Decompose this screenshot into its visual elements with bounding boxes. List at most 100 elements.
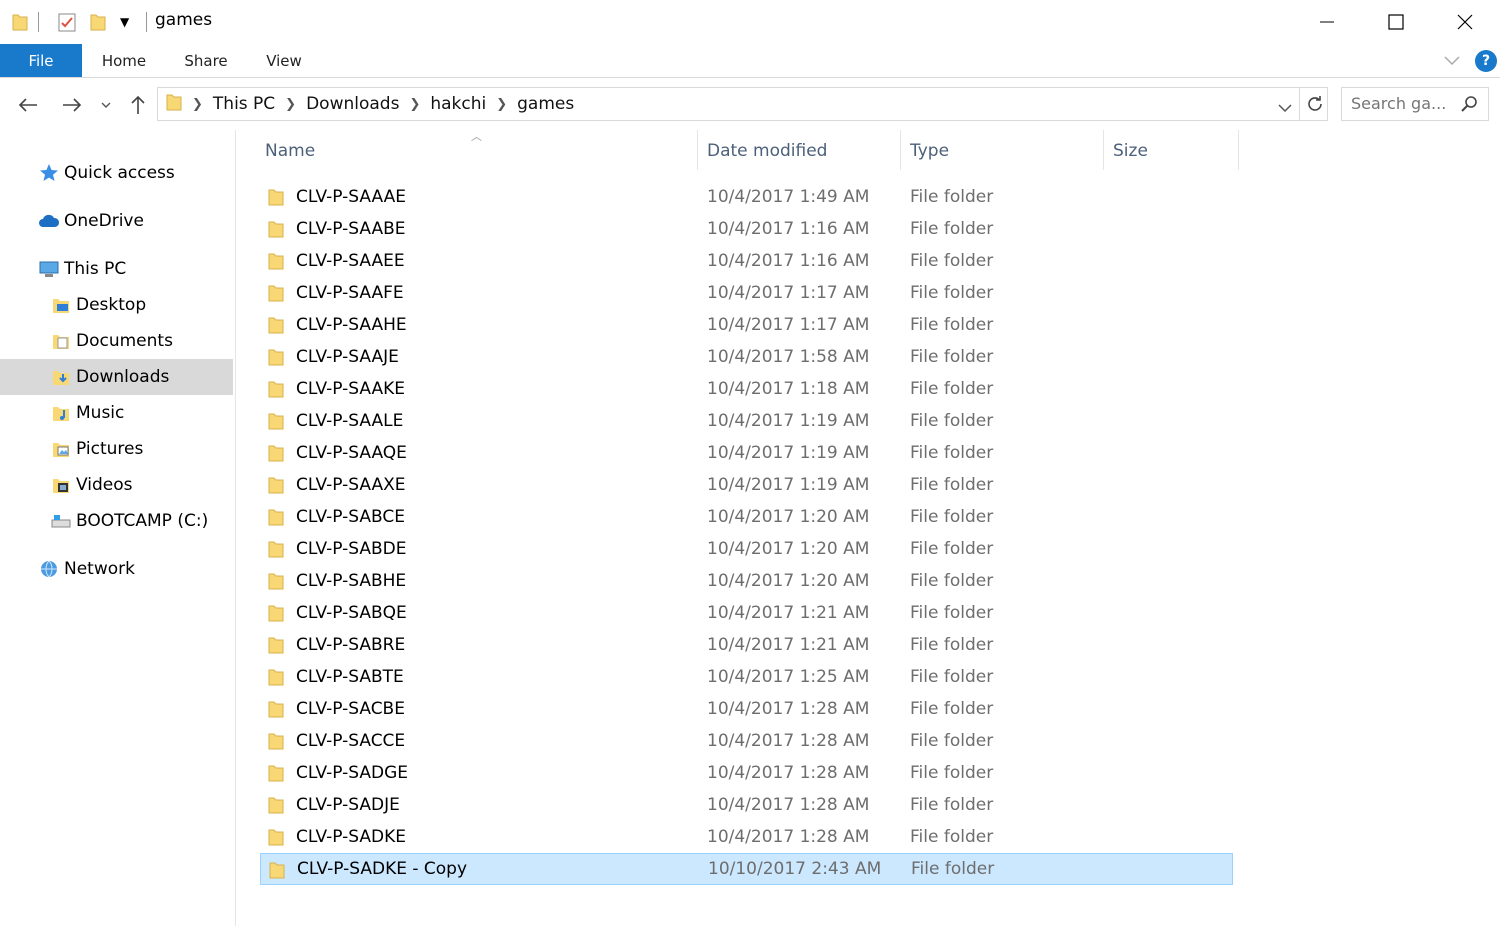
table-row[interactable]: CLV-P-SAAEE 10/4/2017 1:16 AM File folder — [260, 245, 1233, 277]
nav-network[interactable]: Network — [0, 551, 233, 587]
nav-pictures[interactable]: Pictures — [0, 431, 233, 467]
nav-label: This PC — [64, 259, 127, 279]
file-date: 10/4/2017 1:19 AM — [707, 411, 870, 431]
file-name: CLV-P-SADKE — [296, 827, 406, 847]
nav-onedrive[interactable]: OneDrive — [0, 203, 233, 239]
search-icon[interactable] — [1460, 95, 1478, 117]
table-row[interactable]: CLV-P-SAAQE 10/4/2017 1:19 AM File folder — [260, 437, 1233, 469]
tab-home[interactable]: Home — [100, 44, 148, 77]
nav-this-pc[interactable]: This PC — [0, 251, 233, 287]
crumb-this-pc[interactable]: This PC — [213, 94, 275, 114]
file-date: 10/4/2017 1:58 AM — [707, 347, 870, 367]
column-header-name[interactable]: Name — [265, 130, 315, 172]
table-row[interactable]: CLV-P-SAAJE 10/4/2017 1:58 AM File folder — [260, 341, 1233, 373]
nav-videos[interactable]: Videos — [0, 467, 233, 503]
tab-share[interactable]: Share — [182, 44, 230, 77]
file-type: File folder — [910, 731, 994, 751]
tab-file[interactable]: File — [0, 44, 82, 77]
table-row[interactable]: CLV-P-SAAHE 10/4/2017 1:17 AM File folder — [260, 309, 1233, 341]
column-header-type[interactable]: Type — [910, 130, 949, 172]
file-date: 10/4/2017 1:28 AM — [707, 763, 870, 783]
table-row[interactable]: CLV-P-SADKE 10/4/2017 1:28 AM File folder — [260, 821, 1233, 853]
search-input[interactable] — [1351, 88, 1461, 118]
nav-documents[interactable]: Documents — [0, 323, 233, 359]
new-folder-icon[interactable] — [90, 11, 106, 33]
table-row[interactable]: CLV-P-SABHE 10/4/2017 1:20 AM File folder — [260, 565, 1233, 597]
nav-label: Videos — [76, 475, 133, 495]
chevron-down-icon — [101, 102, 111, 108]
crumb-games[interactable]: games — [517, 94, 574, 114]
table-row[interactable]: CLV-P-SADKE - Copy 10/10/2017 2:43 AM File… — [260, 853, 1233, 885]
file-type: File folder — [910, 571, 994, 591]
nav-label: OneDrive — [64, 211, 144, 231]
table-row[interactable]: CLV-P-SAAXE 10/4/2017 1:19 AM File folder — [260, 469, 1233, 501]
nav-music[interactable]: Music — [0, 395, 233, 431]
nav-label: Pictures — [76, 439, 144, 459]
properties-icon[interactable] — [58, 11, 76, 33]
table-row[interactable]: CLV-P-SABRE 10/4/2017 1:21 AM File folder — [260, 629, 1233, 661]
table-row[interactable]: CLV-P-SABDE 10/4/2017 1:20 AM File folder — [260, 533, 1233, 565]
expand-ribbon-icon[interactable] — [1443, 52, 1461, 71]
nav-desktop[interactable]: Desktop — [0, 287, 233, 323]
nav-downloads[interactable]: Downloads — [0, 359, 233, 395]
close-button[interactable] — [1430, 0, 1500, 44]
table-row[interactable]: CLV-P-SABTE 10/4/2017 1:25 AM File folder — [260, 661, 1233, 693]
minimize-button[interactable] — [1292, 0, 1362, 44]
chevron-right-icon[interactable]: ❯ — [409, 97, 420, 112]
help-icon[interactable]: ? — [1475, 50, 1497, 72]
music-folder-icon — [50, 403, 72, 423]
recent-locations-button[interactable] — [94, 92, 118, 118]
computer-icon — [38, 259, 60, 279]
table-row[interactable]: CLV-P-SAAAE 10/4/2017 1:49 AM File folder — [260, 181, 1233, 213]
table-row[interactable]: CLV-P-SAAKE 10/4/2017 1:18 AM File folder — [260, 373, 1233, 405]
table-row[interactable]: CLV-P-SADGE 10/4/2017 1:28 AM File folder — [260, 757, 1233, 789]
table-row[interactable]: CLV-P-SAALE 10/4/2017 1:19 AM File folder — [260, 405, 1233, 437]
maximize-button[interactable] — [1361, 0, 1431, 44]
forward-arrow-icon — [63, 98, 82, 112]
chevron-right-icon[interactable]: ❯ — [496, 97, 507, 112]
chevron-right-icon[interactable]: ❯ — [285, 97, 296, 112]
nav-quick-access[interactable]: Quick access — [0, 155, 233, 191]
folder-icon — [268, 828, 284, 851]
file-type: File folder — [910, 667, 994, 687]
file-date: 10/10/2017 2:43 AM — [708, 859, 882, 879]
customize-toolbar-icon[interactable]: ▼ — [120, 11, 129, 33]
file-name: CLV-P-SADGE — [296, 763, 408, 783]
file-date: 10/4/2017 1:21 AM — [707, 603, 870, 623]
file-date: 10/4/2017 1:19 AM — [707, 475, 870, 495]
table-row[interactable]: CLV-P-SABQE 10/4/2017 1:21 AM File folder — [260, 597, 1233, 629]
folder-icon — [269, 861, 285, 884]
column-header-date[interactable]: Date modified — [707, 130, 827, 172]
crumb-downloads[interactable]: Downloads — [306, 94, 399, 114]
column-header-size[interactable]: Size — [1113, 130, 1148, 172]
up-button[interactable] — [124, 92, 152, 118]
nav-bootcamp-drive[interactable]: BOOTCAMP (C:) — [0, 503, 233, 539]
tab-view[interactable]: View — [262, 44, 306, 77]
file-type: File folder — [910, 219, 994, 239]
back-button[interactable] — [14, 92, 42, 118]
file-type: File folder — [910, 763, 994, 783]
table-row[interactable]: CLV-P-SACCE 10/4/2017 1:28 AM File folder — [260, 725, 1233, 757]
search-box[interactable] — [1341, 87, 1489, 121]
table-row[interactable]: CLV-P-SABCE 10/4/2017 1:20 AM File folder — [260, 501, 1233, 533]
table-row[interactable]: CLV-P-SADJE 10/4/2017 1:28 AM File folder — [260, 789, 1233, 821]
file-type: File folder — [910, 539, 994, 559]
table-row[interactable]: CLV-P-SACBE 10/4/2017 1:28 AM File folder — [260, 693, 1233, 725]
table-row[interactable]: CLV-P-SAAFE 10/4/2017 1:17 AM File folder — [260, 277, 1233, 309]
file-type: File folder — [910, 251, 994, 271]
address-dropdown-icon[interactable] — [1278, 98, 1292, 117]
refresh-icon[interactable] — [1306, 95, 1324, 117]
file-name: CLV-P-SABHE — [296, 571, 407, 591]
file-type: File folder — [910, 315, 994, 335]
file-date: 10/4/2017 1:17 AM — [707, 283, 870, 303]
folder-icon — [268, 252, 284, 275]
file-name: CLV-P-SABQE — [296, 603, 407, 623]
forward-button[interactable] — [58, 92, 86, 118]
chevron-right-icon[interactable]: ❯ — [192, 97, 203, 112]
crumb-hakchi[interactable]: hakchi — [430, 94, 486, 114]
table-row[interactable]: CLV-P-SAABE 10/4/2017 1:16 AM File folder — [260, 213, 1233, 245]
file-type: File folder — [911, 859, 995, 879]
address-bar[interactable]: ❯ This PC ❯ Downloads ❯ hakchi ❯ games — [157, 87, 1328, 121]
file-date: 10/4/2017 1:18 AM — [707, 379, 870, 399]
file-type: File folder — [910, 699, 994, 719]
